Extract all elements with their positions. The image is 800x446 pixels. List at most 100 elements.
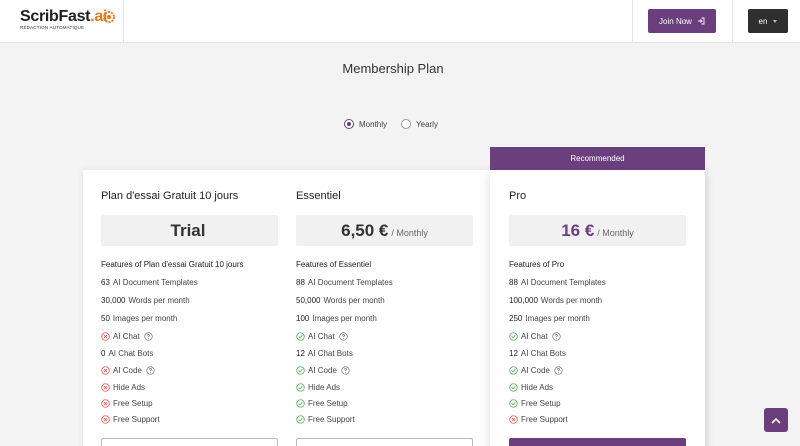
x-circle-icon (101, 399, 110, 408)
feature-label: Free Setup (113, 399, 153, 408)
feature-label: AI Chat Bots (108, 349, 154, 358)
billing-toggle: Monthly Yearly (344, 119, 438, 129)
plan-name: Plan d'essai Gratuit 10 jours (101, 190, 239, 202)
feature-label: AI Chat (113, 332, 140, 341)
feature-label: AI Document Templates (520, 278, 606, 287)
scroll-to-top-button[interactable] (764, 408, 788, 432)
monthly-option[interactable]: Monthly (344, 119, 387, 129)
yearly-radio[interactable] (401, 119, 412, 129)
price-box: 16 € / Monthly (509, 215, 686, 246)
price-period: / Monthly (391, 227, 428, 238)
feature-value: 50 (101, 314, 110, 323)
yearly-label: Yearly (416, 119, 438, 129)
feature-flag: Free Support (509, 415, 568, 424)
feature-value: 100,000 (509, 296, 538, 305)
yearly-option[interactable]: Yearly (401, 119, 438, 129)
feature-ai-chat: AI Chat (101, 332, 153, 341)
feature-limit: 50,000 Words per month (296, 296, 385, 305)
chevron-up-icon (771, 417, 781, 424)
feature-ai-chat: AI Chat (509, 332, 561, 341)
feature-flag: Free Setup (296, 399, 348, 408)
feature-label: AI Code (308, 366, 337, 375)
feature-label: Free Support (521, 415, 568, 424)
feature-value: 12 (296, 349, 305, 358)
x-circle-icon (509, 415, 518, 424)
check-circle-icon (296, 332, 305, 341)
feature-ai-code: AI Code (101, 366, 155, 375)
check-circle-icon (509, 383, 518, 392)
feature-flag: Hide Ads (509, 383, 553, 392)
feature-label: AI Code (521, 366, 550, 375)
monthly-radio[interactable] (344, 119, 354, 129)
feature-label: Free Support (308, 415, 355, 424)
join-now-button[interactable]: Join Now (648, 9, 716, 33)
features-heading: Features of Essentiel (296, 260, 372, 269)
price-box: 6,50 € / Monthly (296, 215, 473, 246)
feature-label: Words per month (323, 296, 385, 305)
feature-limit: 100,000 Words per month (509, 296, 602, 305)
feature-label: AI Chat (308, 332, 335, 341)
feature-label: AI Document Templates (112, 278, 198, 287)
price-box: Trial (101, 215, 278, 246)
feature-label: Images per month (112, 314, 178, 323)
feature-limit: 250 Images per month (509, 314, 590, 323)
check-circle-icon (296, 383, 305, 392)
recommended-badge: Recommended (490, 147, 705, 170)
join-now-label: Join Now (659, 16, 692, 26)
plan-price: 16 € (561, 220, 595, 240)
logo-container[interactable]: ScribFast.ai RÉDACTION AUTOMATIQUE (0, 0, 124, 43)
feature-chat-bots: 12 AI Chat Bots (509, 349, 566, 358)
logo[interactable]: ScribFast.ai RÉDACTION AUTOMATIQUE (20, 9, 116, 35)
feature-ai-code: AI Code (509, 366, 563, 375)
help-circle-icon[interactable] (552, 332, 561, 341)
feature-limit: 88 AI Document Templates (509, 278, 606, 287)
feature-flag: Free Support (296, 415, 355, 424)
choose-plan-button[interactable] (509, 438, 686, 446)
feature-limit: 63 AI Document Templates (101, 278, 198, 287)
feature-label: Free Setup (521, 399, 561, 408)
choose-plan-button[interactable] (101, 438, 278, 446)
check-circle-icon (509, 366, 518, 375)
feature-flag: Hide Ads (101, 383, 145, 392)
feature-chat-bots: 0 AI Chat Bots (101, 349, 153, 358)
logo-tagline: RÉDACTION AUTOMATIQUE (20, 25, 85, 30)
choose-plan-button[interactable] (296, 438, 473, 446)
feature-label: AI Code (113, 366, 142, 375)
page-title: Membership Plan (342, 61, 444, 76)
feature-label: Images per month (312, 314, 377, 323)
feature-value: 50,000 (296, 296, 321, 305)
check-circle-icon (509, 399, 518, 408)
features-heading: Features of Pro (509, 260, 565, 269)
language-dropdown[interactable]: en (748, 9, 788, 33)
feature-value: 30,000 (101, 296, 126, 305)
top-header: ScribFast.ai RÉDACTION AUTOMATIQUE Join … (0, 0, 800, 43)
plan-name: Pro (509, 190, 527, 202)
help-circle-icon[interactable] (144, 332, 153, 341)
plan-price: Trial (170, 220, 206, 240)
feature-flag: Hide Ads (296, 383, 340, 392)
feature-limit: 88 AI Document Templates (296, 278, 393, 287)
check-circle-icon (296, 366, 305, 375)
check-circle-icon (296, 399, 305, 408)
feature-flag: Free Support (101, 415, 160, 424)
help-circle-icon[interactable] (339, 332, 348, 341)
help-circle-icon[interactable] (554, 366, 563, 375)
x-circle-icon (101, 383, 110, 392)
feature-ai-chat: AI Chat (296, 332, 348, 341)
feature-limit: 30,000 Words per month (101, 296, 190, 305)
feature-label: Words per month (540, 296, 603, 305)
monthly-label: Monthly (359, 119, 388, 129)
feature-label: Free Support (113, 415, 160, 424)
help-circle-icon[interactable] (146, 366, 155, 375)
feature-ai-code: AI Code (296, 366, 350, 375)
price-period: / Monthly (597, 227, 634, 238)
feature-value: 88 (296, 278, 305, 287)
help-circle-icon[interactable] (341, 366, 350, 375)
feature-label: Hide Ads (113, 383, 146, 392)
feature-label: Words per month (128, 296, 190, 305)
sign-in-icon (697, 17, 705, 25)
plan-price: 6,50 € (341, 220, 389, 240)
header-divider (632, 0, 633, 43)
feature-label: Free Setup (308, 399, 348, 408)
feature-value: 100 (296, 314, 310, 323)
